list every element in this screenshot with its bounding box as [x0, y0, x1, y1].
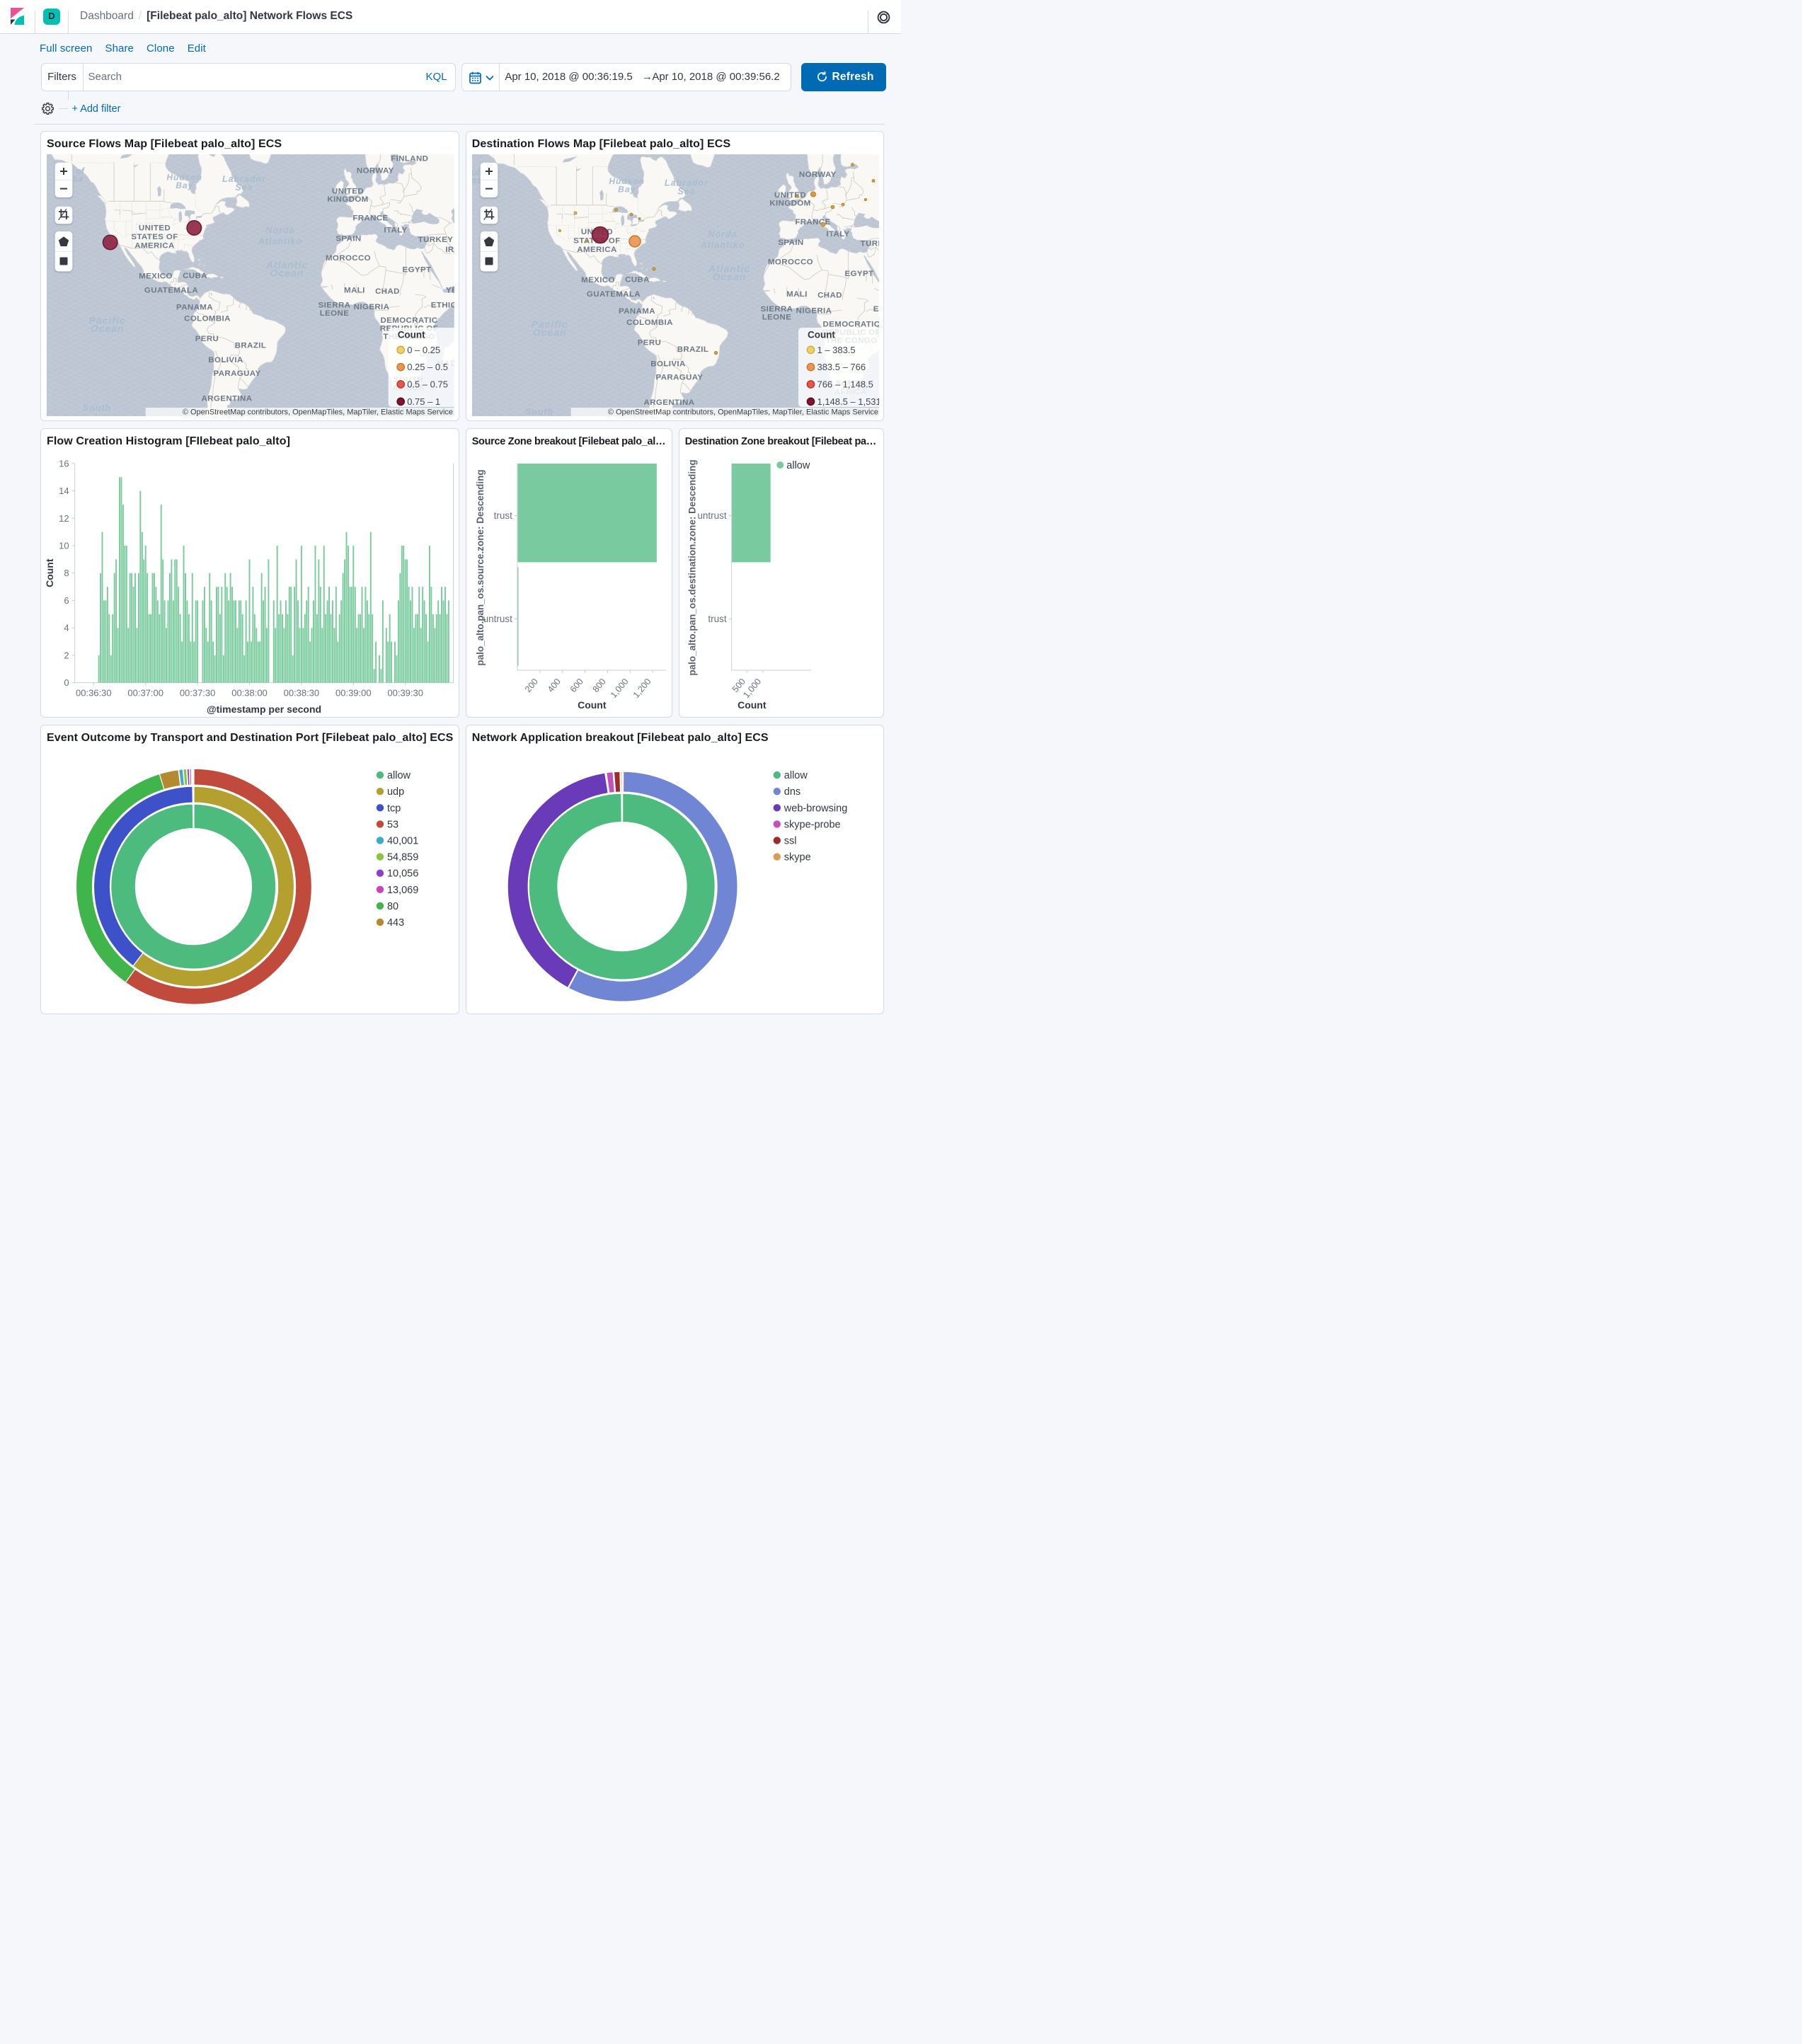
svg-text:00:39:00: 00:39:00 — [335, 688, 372, 699]
svg-text:800: 800 — [590, 677, 607, 694]
svg-text:0.75 – 1: 0.75 – 1 — [407, 396, 440, 406]
svg-text:FINLAND: FINLAND — [391, 154, 428, 163]
svg-text:0: 0 — [64, 677, 69, 688]
svg-text:8: 8 — [64, 568, 69, 579]
svg-text:allow: allow — [786, 460, 810, 471]
svg-text:© OpenStreetMap contributors,: © OpenStreetMap contributors, OpenMapTil… — [608, 408, 878, 416]
svg-text:trust: trust — [493, 510, 512, 521]
svg-text:skype-probe: skype-probe — [784, 819, 840, 830]
svg-text:Count: Count — [738, 699, 767, 711]
svg-text:palo_alto.pan_os.source.zone:: palo_alto.pan_os.source.zone: Descending — [474, 470, 485, 666]
svg-text:1,148.5 – 1,531: 1,148.5 – 1,531 — [817, 396, 879, 406]
svg-text:600: 600 — [568, 677, 585, 694]
svg-text:766 – 1,148.5: 766 – 1,148.5 — [817, 379, 873, 389]
svg-text:0.25 – 0.5: 0.25 – 0.5 — [407, 362, 448, 372]
svg-text:200: 200 — [523, 677, 540, 694]
svg-text:1,000: 1,000 — [741, 677, 763, 700]
svg-text:13,069: 13,069 — [387, 885, 418, 896]
svg-text:@timestamp per second: @timestamp per second — [207, 704, 321, 715]
svg-text:383.5 – 766: 383.5 – 766 — [817, 362, 866, 372]
svg-text:6: 6 — [64, 595, 69, 606]
svg-text:trust: trust — [708, 614, 727, 624]
svg-text:palo_alto.pan_os.destination.z: palo_alto.pan_os.destination.zone: Desce… — [687, 460, 697, 676]
svg-text:40,001: 40,001 — [387, 835, 418, 846]
svg-text:allow: allow — [784, 770, 808, 781]
svg-text:00:37:00: 00:37:00 — [127, 688, 163, 699]
svg-text:16: 16 — [59, 459, 69, 469]
svg-text:400: 400 — [546, 677, 563, 694]
svg-text:00:37:30: 00:37:30 — [180, 688, 216, 699]
svg-text:untrust: untrust — [483, 614, 512, 624]
svg-text:00:39:30: 00:39:30 — [387, 688, 423, 699]
svg-text:web-browsing: web-browsing — [783, 803, 847, 814]
svg-text:dns: dns — [784, 786, 800, 798]
svg-text:allow: allow — [387, 770, 411, 781]
svg-text:80: 80 — [387, 901, 398, 912]
svg-text:untrust: untrust — [697, 510, 727, 521]
svg-text:ssl: ssl — [784, 835, 796, 846]
svg-text:443: 443 — [387, 917, 404, 929]
svg-text:14: 14 — [59, 486, 69, 496]
svg-text:10: 10 — [59, 541, 69, 551]
svg-text:00:38:30: 00:38:30 — [284, 688, 320, 699]
svg-text:12: 12 — [59, 513, 69, 524]
svg-text:2: 2 — [64, 650, 69, 661]
svg-text:Count: Count — [578, 699, 607, 711]
svg-text:ka: ka — [73, 174, 83, 184]
svg-text:0 – 0.25: 0 – 0.25 — [407, 344, 440, 355]
svg-text:0.5 – 0.75: 0.5 – 0.75 — [407, 379, 448, 389]
svg-text:Count: Count — [808, 329, 835, 340]
svg-text:10,056: 10,056 — [387, 868, 418, 880]
svg-text:Count: Count — [398, 329, 425, 340]
svg-text:00:36:30: 00:36:30 — [76, 688, 112, 699]
svg-text:Count: Count — [44, 558, 55, 587]
svg-text:tcp: tcp — [387, 803, 401, 814]
svg-text:1 – 383.5: 1 – 383.5 — [817, 344, 855, 355]
svg-text:4: 4 — [64, 623, 69, 633]
svg-text:54,859: 54,859 — [387, 851, 418, 863]
svg-text:00:38:00: 00:38:00 — [231, 688, 268, 699]
svg-text:53: 53 — [387, 819, 398, 830]
svg-text:1,000: 1,000 — [608, 677, 630, 700]
svg-text:skype: skype — [784, 851, 810, 863]
svg-text:udp: udp — [387, 786, 404, 798]
svg-text:1,200: 1,200 — [631, 677, 653, 700]
svg-text:© OpenStreetMap contributors,: © OpenStreetMap contributors, OpenMapTil… — [183, 408, 453, 416]
